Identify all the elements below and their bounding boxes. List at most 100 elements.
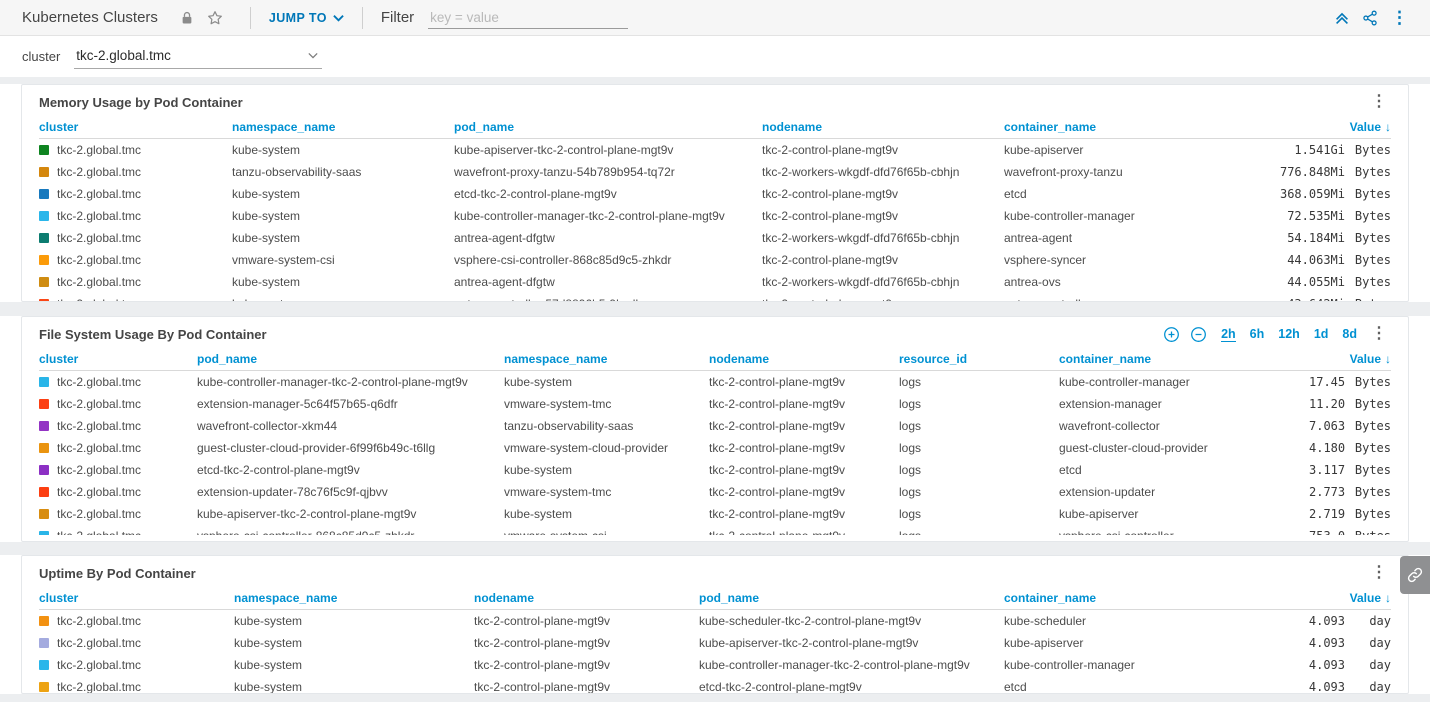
cell-resource_id: logs [899, 375, 1059, 389]
column-header-namespace_name[interactable]: namespace_name [232, 120, 454, 134]
column-header-container_name[interactable]: container_name [1004, 120, 1254, 134]
cluster-dropdown-value: tkc-2.global.tmc [76, 48, 171, 63]
cell-namespace_name: kube-system [232, 275, 454, 289]
cell-cluster: tkc-2.global.tmc [39, 375, 197, 389]
column-header-container_name[interactable]: container_name [1059, 352, 1309, 366]
column-header-nodename[interactable]: nodename [474, 591, 699, 605]
column-header-cluster[interactable]: cluster [39, 352, 197, 366]
time-range-controls: 2h 6h 12h 1d 8d [1153, 326, 1357, 343]
collapse-all-icon[interactable] [1331, 7, 1353, 29]
time-range-12h[interactable]: 12h [1278, 327, 1300, 341]
cell-pod_name: antrea-agent-dfgtw [454, 231, 762, 245]
table-body: tkc-2.global.tmckube-controller-manager-… [39, 371, 1391, 535]
cell-pod_name: kube-apiserver-tkc-2-control-plane-mgt9v [454, 143, 762, 157]
cell-container_name: vsphere-csi-controller [1059, 529, 1309, 535]
jump-to-button[interactable]: JUMP TO [269, 11, 344, 25]
series-color-swatch [39, 167, 49, 177]
cell-pod_name: extension-manager-5c64f57b65-q6dfr [197, 397, 504, 411]
share-icon[interactable] [1359, 7, 1381, 29]
column-header-pod_name[interactable]: pod_name [454, 120, 762, 134]
cell-container_name: etcd [1059, 463, 1309, 477]
table-row: tkc-2.global.tmcvmware-system-csivsphere… [39, 249, 1391, 271]
column-header-nodename[interactable]: nodename [709, 352, 899, 366]
table-header-row: clusternamespace_namenodenamepod_namecon… [39, 586, 1391, 610]
favorite-star-icon[interactable] [204, 7, 226, 29]
copy-link-tab[interactable] [1400, 556, 1430, 594]
cell-value-unit: Bytes [1347, 485, 1391, 499]
column-header-value[interactable]: Value↓ [1254, 591, 1391, 605]
cell-namespace_name: vmware-system-cloud-provider [504, 441, 709, 455]
cell-namespace_name: kube-system [232, 297, 454, 301]
cell-cluster: tkc-2.global.tmc [39, 485, 197, 499]
cell-value-unit: Bytes [1347, 441, 1391, 455]
filter-input[interactable] [428, 7, 628, 29]
cell-value-unit: Bytes [1347, 143, 1391, 157]
time-range-1d[interactable]: 1d [1314, 327, 1329, 341]
cell-value: 776.848Mi [1254, 165, 1345, 179]
panel-menu-kebab-icon[interactable]: ⋮ [1367, 94, 1391, 110]
cell-value: 17.457Mi [1309, 375, 1345, 389]
sort-descending-icon: ↓ [1385, 591, 1391, 605]
section-gap [0, 302, 1430, 316]
cell-container_name: guest-cluster-cloud-provider [1059, 441, 1309, 455]
column-header-namespace_name[interactable]: namespace_name [504, 352, 709, 366]
column-header-pod_name[interactable]: pod_name [699, 591, 1004, 605]
column-header-pod_name[interactable]: pod_name [197, 352, 504, 366]
cell-cluster: tkc-2.global.tmc [39, 614, 234, 628]
cluster-dropdown[interactable]: tkc-2.global.tmc [74, 45, 322, 69]
panel-menu-kebab-icon[interactable]: ⋮ [1367, 565, 1391, 581]
time-range-2h[interactable]: 2h [1221, 327, 1236, 342]
column-header-cluster[interactable]: cluster [39, 591, 234, 605]
cell-pod_name: kube-apiserver-tkc-2-control-plane-mgt9v [197, 507, 504, 521]
series-color-swatch [39, 211, 49, 221]
cell-nodename: tkc-2-control-plane-mgt9v [709, 485, 899, 499]
cell-container_name: kube-scheduler [1004, 614, 1254, 628]
cell-pod_name: antrea-agent-dfgtw [454, 275, 762, 289]
cell-pod_name: kube-controller-manager-tkc-2-control-pl… [197, 375, 504, 389]
cell-nodename: tkc-2-control-plane-mgt9v [709, 507, 899, 521]
time-range-6h[interactable]: 6h [1250, 327, 1265, 341]
column-header-namespace_name[interactable]: namespace_name [234, 591, 474, 605]
series-color-swatch [39, 233, 49, 243]
zoom-in-icon[interactable] [1163, 326, 1180, 343]
cell-value-unit: Bytes [1347, 231, 1391, 245]
column-header-resource_id[interactable]: resource_id [899, 352, 1059, 366]
table-row: tkc-2.global.tmckube-systemtkc-2-control… [39, 632, 1391, 654]
section-gap [0, 542, 1430, 555]
series-color-swatch [39, 487, 49, 497]
time-range-8d[interactable]: 8d [1342, 327, 1357, 341]
column-header-nodename[interactable]: nodename [762, 120, 1004, 134]
cell-value: 2.719Mi [1309, 507, 1345, 521]
series-color-swatch [39, 682, 49, 692]
cell-resource_id: logs [899, 507, 1059, 521]
cell-value-unit: Bytes [1347, 529, 1391, 535]
zoom-out-icon[interactable] [1190, 326, 1207, 343]
column-header-value[interactable]: Value↓ [1254, 120, 1391, 134]
cell-value: 4.180Mi [1309, 441, 1345, 455]
panel-menu-kebab-icon[interactable]: ⋮ [1367, 326, 1391, 342]
column-header-cluster[interactable]: cluster [39, 120, 232, 134]
cell-container_name: vsphere-syncer [1004, 253, 1254, 267]
cell-namespace_name: kube-system [234, 636, 474, 650]
series-color-swatch [39, 255, 49, 265]
cell-value: 4.093 [1254, 636, 1345, 650]
panel-title: File System Usage By Pod Container [39, 327, 1153, 342]
series-color-swatch [39, 421, 49, 431]
cell-value-unit: Bytes [1347, 507, 1391, 521]
table-row: tkc-2.global.tmckube-systemtkc-2-control… [39, 676, 1391, 694]
panel-title: Memory Usage by Pod Container [39, 95, 1367, 110]
table-row: tkc-2.global.tmckube-systemetcd-tkc-2-co… [39, 183, 1391, 205]
cell-cluster: tkc-2.global.tmc [39, 231, 232, 245]
cell-nodename: tkc-2-control-plane-mgt9v [474, 636, 699, 650]
page-menu-kebab-icon[interactable]: ⋮ [1387, 9, 1412, 26]
table-row: tkc-2.global.tmckube-systemkube-apiserve… [39, 139, 1391, 161]
panel-file-system-usage: File System Usage By Pod Container 2h 6h… [21, 316, 1409, 542]
column-header-container_name[interactable]: container_name [1004, 591, 1254, 605]
table-row: tkc-2.global.tmckube-systemkube-controll… [39, 205, 1391, 227]
cell-resource_id: logs [899, 485, 1059, 499]
table-row: tkc-2.global.tmcvsphere-csi-controller-8… [39, 525, 1391, 535]
cell-pod_name: wavefront-proxy-tanzu-54b789b954-tq72r [454, 165, 762, 179]
column-header-value[interactable]: Value↓ [1309, 352, 1391, 366]
table-row: tkc-2.global.tmcwavefront-collector-xkm4… [39, 415, 1391, 437]
cell-cluster: tkc-2.global.tmc [39, 463, 197, 477]
